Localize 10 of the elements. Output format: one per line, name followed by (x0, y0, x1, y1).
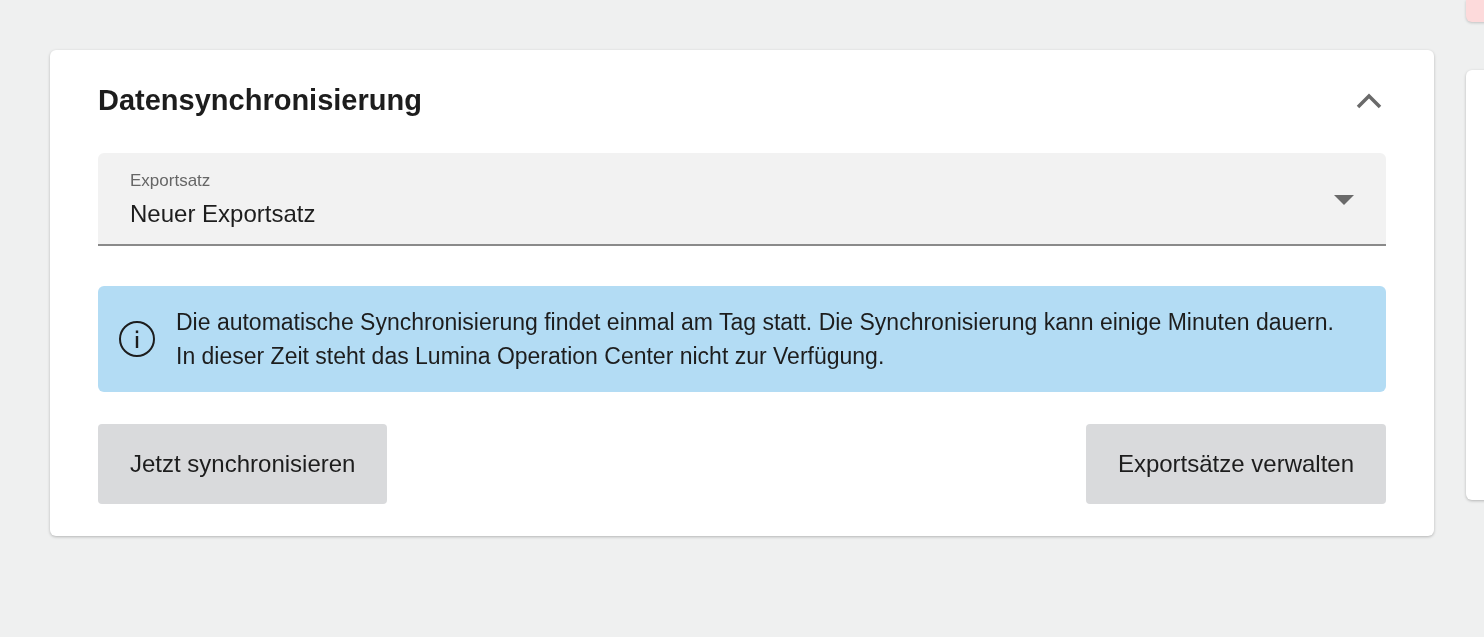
action-button[interactable]: Exportsätze verwalten (1085, 424, 1386, 504)
action-button[interactable]: Jetzt synchronisieren (98, 424, 388, 504)
field-label: Exportsatz (130, 171, 212, 191)
info-icon (118, 320, 156, 358)
info-text: Die automatische Synchronisierung findet einmal am Tag statt. Die Synchronisierung kann einige Minuten dauern. In dieser Zeit steht das Lumina Operation Center nicht zur Verfügung. (176, 308, 1335, 371)
section-title: Datensynchronisierung (98, 84, 422, 117)
dropdown-caret-icon (1334, 194, 1354, 205)
field-value: Neuer Exportsatz (130, 200, 316, 228)
select-field[interactable]: Exportsatz Neuer Exportsatz (98, 153, 1386, 246)
chevron-icon (1356, 92, 1382, 109)
